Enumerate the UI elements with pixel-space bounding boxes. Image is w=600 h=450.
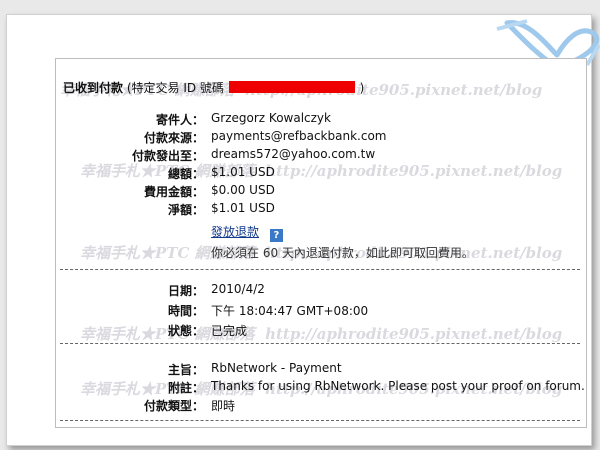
subject-value: RbNetwork - Payment bbox=[211, 361, 342, 375]
time-value: 下午 18:04:47 GMT+08:00 bbox=[211, 304, 369, 318]
note-label: 附註： bbox=[167, 381, 204, 395]
fee-value: $0.00 USD bbox=[211, 183, 275, 197]
fee-label: 費用金額： bbox=[143, 185, 204, 199]
photo-card: 幸福手札★PTC 網賺部落 http://aphrodite905.pixnet… bbox=[6, 14, 600, 446]
total-value: $1.01 USD bbox=[211, 165, 275, 179]
help-icon[interactable]: ? bbox=[269, 229, 283, 242]
sender-value: Grzegorz Kowalczyk bbox=[211, 111, 331, 125]
refund-note: 你必須在 60 天內退還付款，如此即可取回費用。 bbox=[211, 246, 474, 260]
source-row: 付款來源： payments@refbackbank.com bbox=[56, 127, 586, 145]
divider bbox=[60, 420, 580, 421]
date-row: 日期： 2010/4/2 bbox=[56, 280, 586, 298]
source-label: 付款來源： bbox=[143, 131, 204, 145]
date-label: 日期： bbox=[167, 284, 204, 298]
recipient-row: 付款發出至： dreams572@yahoo.com.tw bbox=[56, 145, 586, 163]
date-value: 2010/4/2 bbox=[211, 282, 265, 296]
sender-row: 寄件人： Grzegorz Kowalczyk bbox=[56, 109, 586, 127]
time-label: 時間： bbox=[167, 304, 204, 318]
total-label: 總額： bbox=[167, 167, 204, 181]
note-value: Thanks for using RbNetwork. Please post … bbox=[211, 379, 585, 393]
source-email: payments@refbackbank.com bbox=[211, 129, 387, 143]
subject-row: 主旨： RbNetwork - Payment bbox=[56, 359, 586, 377]
total-row: 總額： $1.01 USD bbox=[56, 163, 586, 181]
payment-details-panel: 幸福手札★PTC 網賺部落 http://aphrodite905.pixnet… bbox=[55, 58, 587, 428]
recipient-email: dreams572@yahoo.com.tw bbox=[211, 147, 376, 161]
status-label: 狀態： bbox=[167, 324, 204, 338]
status-value: 已完成 bbox=[211, 324, 248, 338]
subject-label: 主旨： bbox=[167, 363, 204, 377]
time-row: 時間： 下午 18:04:47 GMT+08:00 bbox=[56, 300, 586, 318]
note-row: 附註： Thanks for using RbNetwork. Please p… bbox=[56, 377, 586, 395]
issue-refund-link[interactable]: 發放退款 bbox=[211, 225, 259, 239]
sender-label: 寄件人： bbox=[155, 113, 204, 127]
payment-type-value: 即時 bbox=[211, 399, 236, 413]
transaction-id-close: ) bbox=[359, 81, 365, 95]
redacted-transaction-id bbox=[228, 81, 355, 93]
refund-note-row: 你必須在 60 天內退還付款，如此即可取回費用。 bbox=[56, 242, 586, 260]
divider bbox=[60, 269, 580, 270]
recipient-label: 付款發出至： bbox=[131, 149, 204, 163]
net-label: 淨額： bbox=[167, 203, 204, 217]
payment-type-label: 付款類型： bbox=[143, 399, 204, 413]
refund-row: 發放退款 ? bbox=[56, 221, 586, 242]
net-value: $1.01 USD bbox=[211, 201, 275, 215]
net-row: 淨額： $1.01 USD bbox=[56, 199, 586, 217]
payment-received-header: 已收到付款 (特定交易 ID 號碼 ) bbox=[63, 79, 364, 96]
transaction-id-label: (特定交易 ID 號碼 bbox=[126, 81, 224, 95]
status-row: 狀態： 已完成 bbox=[56, 320, 586, 338]
payment-type-row: 付款類型： 即時 bbox=[56, 395, 586, 413]
divider bbox=[60, 343, 580, 344]
fee-row: 費用金額： $0.00 USD bbox=[56, 181, 586, 199]
page-title: 已收到付款 bbox=[63, 81, 124, 95]
